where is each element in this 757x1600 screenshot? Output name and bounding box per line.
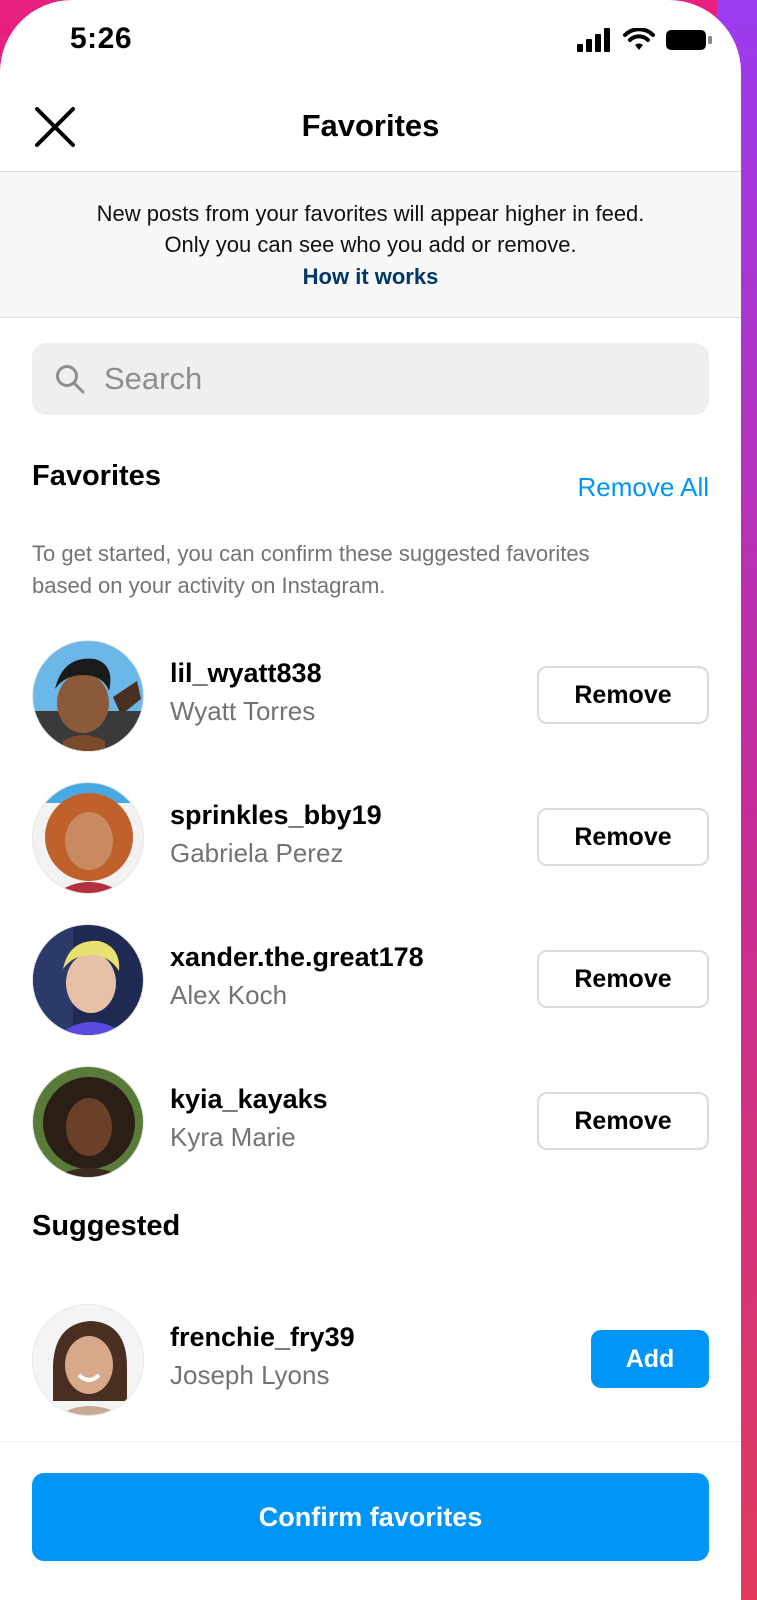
banner-text-line2: Only you can see who you add or remove. (164, 232, 577, 257)
battery-icon (666, 30, 712, 50)
page-title: Favorites (301, 108, 440, 143)
favorite-row[interactable]: xander.the.great178 Alex Koch Remove (0, 924, 741, 1040)
favorites-help-text: To get started, you can confirm these su… (32, 538, 712, 602)
avatar-image (33, 925, 143, 1035)
favorite-row[interactable]: sprinkles_bby19 Gabriela Perez Remove (0, 782, 741, 898)
phone-screen: 5:26 Favorites New posts from your favor… (0, 0, 741, 1600)
username: xander.the.great178 (170, 942, 424, 972)
suggested-row[interactable]: frenchie_fry39 Joseph Lyons Add (0, 1304, 741, 1420)
add-button[interactable]: Add (591, 1330, 709, 1388)
favorites-section-title: Favorites (32, 460, 161, 492)
search-icon (56, 365, 85, 394)
status-bar: 5:26 (0, 0, 741, 84)
confirm-favorites-button[interactable]: Confirm favorites (32, 1473, 709, 1561)
favorite-row[interactable]: kyia_kayaks Kyra Marie Remove (0, 1066, 741, 1182)
help-text-line1: To get started, you can confirm these su… (32, 541, 590, 566)
avatar-image (33, 783, 143, 893)
favorite-row[interactable]: lil_wyatt838 Wyatt Torres Remove (0, 640, 741, 756)
avatar[interactable] (32, 924, 144, 1036)
avatar-image (33, 1067, 143, 1177)
status-time: 5:26 (70, 22, 133, 55)
full-name: Wyatt Torres (170, 696, 316, 726)
header: Favorites (0, 84, 741, 172)
full-name: Kyra Marie (170, 1122, 296, 1152)
how-it-works-link[interactable]: How it works (0, 260, 741, 294)
remove-button[interactable]: Remove (537, 808, 709, 866)
wifi-icon (623, 28, 655, 50)
status-icons (577, 28, 713, 52)
remove-button[interactable]: Remove (537, 666, 709, 724)
suggested-section-title: Suggested (32, 1210, 181, 1242)
remove-button[interactable]: Remove (537, 1092, 709, 1150)
search-bar[interactable] (32, 343, 709, 415)
remove-all-button[interactable]: Remove All (578, 472, 710, 503)
username: kyia_kayaks (170, 1084, 328, 1114)
search-input[interactable] (104, 361, 664, 397)
full-name: Gabriela Perez (170, 838, 344, 868)
username: frenchie_fry39 (170, 1322, 355, 1352)
username: lil_wyatt838 (170, 658, 322, 688)
username: sprinkles_bby19 (170, 800, 382, 830)
avatar[interactable] (32, 1066, 144, 1178)
full-name: Alex Koch (170, 980, 288, 1010)
cellular-signal-icon (577, 28, 610, 52)
footer-divider (0, 1441, 741, 1442)
full-name: Joseph Lyons (170, 1360, 330, 1390)
avatar[interactable] (32, 1304, 144, 1416)
avatar-image (33, 641, 143, 751)
info-banner: New posts from your favorites will appea… (0, 172, 741, 318)
banner-text-line1: New posts from your favorites will appea… (96, 201, 645, 226)
help-text-line2: based on your activity on Instagram. (32, 573, 386, 598)
avatar[interactable] (32, 782, 144, 894)
avatar[interactable] (32, 640, 144, 752)
avatar-image (33, 1305, 143, 1415)
remove-button[interactable]: Remove (537, 950, 709, 1008)
